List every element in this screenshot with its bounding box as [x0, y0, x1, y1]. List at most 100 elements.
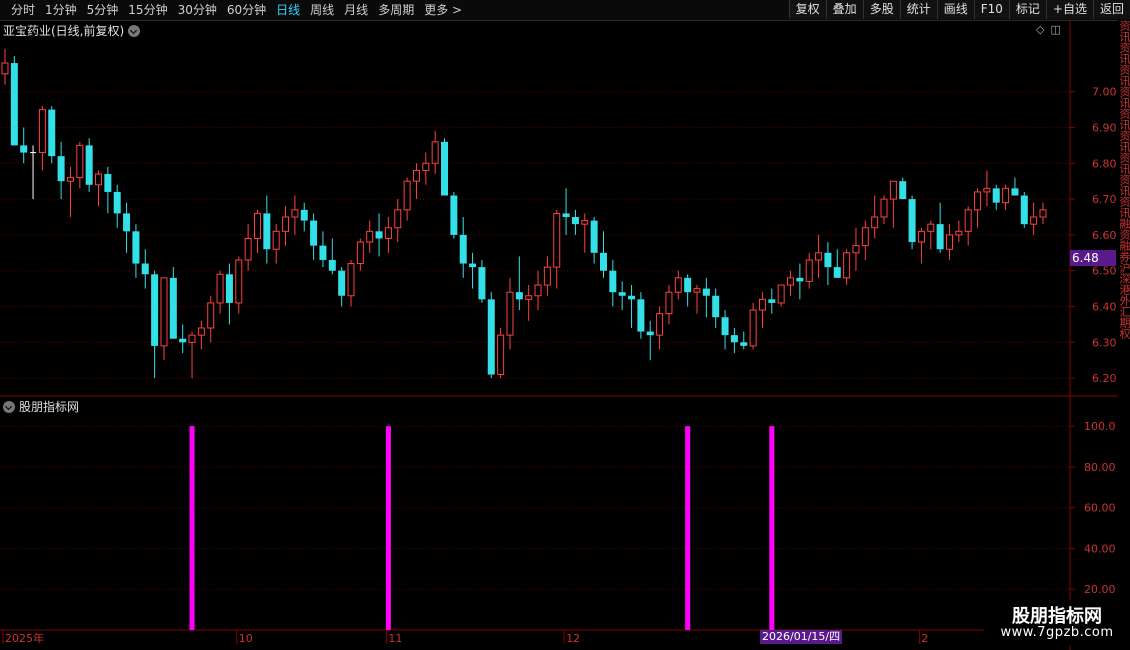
candle-body [702, 288, 710, 296]
candle [394, 199, 402, 243]
candle [216, 270, 224, 314]
candle [132, 224, 140, 278]
more-button[interactable]: 更多 > [419, 0, 467, 20]
kline-chart[interactable]: 7.00 6.90 6.80 6.70 6.60 6.50 6.40 6.30 6.20 100.… [0, 20, 1118, 650]
toolbar-action-button[interactable]: 统计 [899, 0, 937, 19]
period-tab[interactable]: 1分钟 [40, 0, 82, 20]
candle [777, 284, 785, 307]
candle [861, 220, 869, 260]
candle-body [207, 302, 215, 329]
candle [992, 184, 1000, 210]
diamond-icon[interactable]: ◇ [1036, 23, 1044, 36]
period-tab[interactable]: 30分钟 [173, 0, 222, 20]
candle [169, 267, 177, 339]
candle [1030, 202, 1038, 235]
candle-body [216, 273, 224, 304]
info-strip-text: 资讯资讯资讯资讯资讯资讯资讯资讯资讯融资融券沪深港外汇期权 [1118, 20, 1130, 339]
candle-body [235, 259, 243, 304]
candle [674, 270, 682, 300]
maximize-icon[interactable]: ◫ [1050, 23, 1060, 36]
candle [880, 195, 888, 225]
candle-body [244, 237, 252, 261]
candle-body [422, 162, 430, 171]
candle [207, 295, 215, 343]
y-tick-label: 20.00 [1084, 583, 1116, 596]
candle-body [132, 231, 140, 264]
signal-bar [769, 426, 775, 630]
period-tab[interactable]: 分时 [6, 0, 40, 20]
candle-body [525, 295, 533, 300]
stock-title[interactable]: 亚宝药业(日线,前复权) [3, 22, 124, 39]
candle-body [113, 191, 121, 214]
candle-body [684, 277, 692, 293]
pane-header: 亚宝药业(日线,前复权) [3, 22, 141, 39]
period-tab[interactable]: 周线 [305, 0, 339, 20]
signal-bar [189, 426, 195, 630]
candle [85, 138, 93, 192]
period-tab[interactable]: 15分钟 [123, 0, 172, 20]
y-tick-label: 100.0 [1084, 420, 1116, 433]
candle-body [1002, 187, 1010, 204]
candle [740, 331, 748, 350]
y-tick-label: 7.00 [1092, 86, 1117, 99]
period-tab[interactable]: 5分钟 [82, 0, 124, 20]
candle [310, 213, 318, 260]
candle-body [758, 298, 766, 311]
toolbar-action-button[interactable]: 返回 [1092, 0, 1130, 19]
candle [123, 202, 131, 253]
toolbar-action-button[interactable]: 标记 [1008, 0, 1046, 19]
chevron-down-icon[interactable] [3, 400, 15, 413]
candle-body [57, 156, 65, 182]
candle [637, 292, 645, 339]
toolbar-action-button[interactable]: 画线 [936, 0, 974, 19]
period-tab[interactable]: 日线 [271, 0, 305, 20]
current-price-tag: 6.48 [1070, 250, 1116, 266]
period-tab[interactable]: 多周期 [373, 0, 419, 20]
candle [656, 306, 664, 350]
candle-body [291, 209, 299, 218]
candle-body [712, 295, 720, 318]
candle-body [188, 334, 196, 343]
indicator-header: 股朋指标网 [3, 398, 79, 415]
toolbar-action-button[interactable]: 多股 [862, 0, 900, 19]
candle [497, 327, 505, 379]
candle-body [852, 245, 860, 254]
toolbar-action-button[interactable]: 复权 [788, 0, 826, 19]
candle [30, 145, 37, 200]
chevron-down-icon[interactable] [128, 24, 141, 37]
candle-body [10, 63, 18, 146]
candle-body [796, 277, 804, 282]
candle [469, 252, 477, 289]
candle [197, 320, 205, 350]
right-info-strip[interactable]: 资讯资讯资讯资讯资讯资讯资讯资讯资讯融资融券沪深港外汇期权 [1118, 20, 1130, 650]
indicator-title[interactable]: 股朋指标网 [19, 398, 79, 415]
toolbar-action-button[interactable]: 叠加 [825, 0, 863, 19]
candle [581, 213, 589, 253]
candle-body [487, 299, 495, 375]
candle-body [263, 213, 271, 250]
y-tick-label: 6.90 [1092, 122, 1117, 135]
y-tick-label: 6.70 [1092, 193, 1117, 206]
candle [319, 231, 327, 268]
period-tab[interactable]: 月线 [339, 0, 373, 20]
candle [300, 202, 308, 232]
y-tick-label: 6.60 [1092, 229, 1117, 242]
candle-body [459, 234, 467, 264]
candle [917, 227, 925, 264]
candle-body [469, 263, 477, 268]
candle [749, 302, 757, 350]
candle [543, 256, 551, 296]
candle [1020, 191, 1028, 228]
toolbar-action-button[interactable]: F10 [973, 0, 1009, 19]
toolbar-action-button[interactable]: +自选 [1045, 0, 1093, 19]
candle [833, 249, 841, 278]
candle [1039, 202, 1047, 225]
candle-body [945, 234, 953, 250]
candle-body [824, 252, 832, 268]
candle-body [366, 230, 374, 243]
period-tab[interactable]: 60分钟 [222, 0, 271, 20]
candle-body [917, 230, 925, 243]
candle [338, 267, 346, 307]
y-tick-label: 6.20 [1092, 372, 1117, 385]
candle [356, 238, 364, 271]
